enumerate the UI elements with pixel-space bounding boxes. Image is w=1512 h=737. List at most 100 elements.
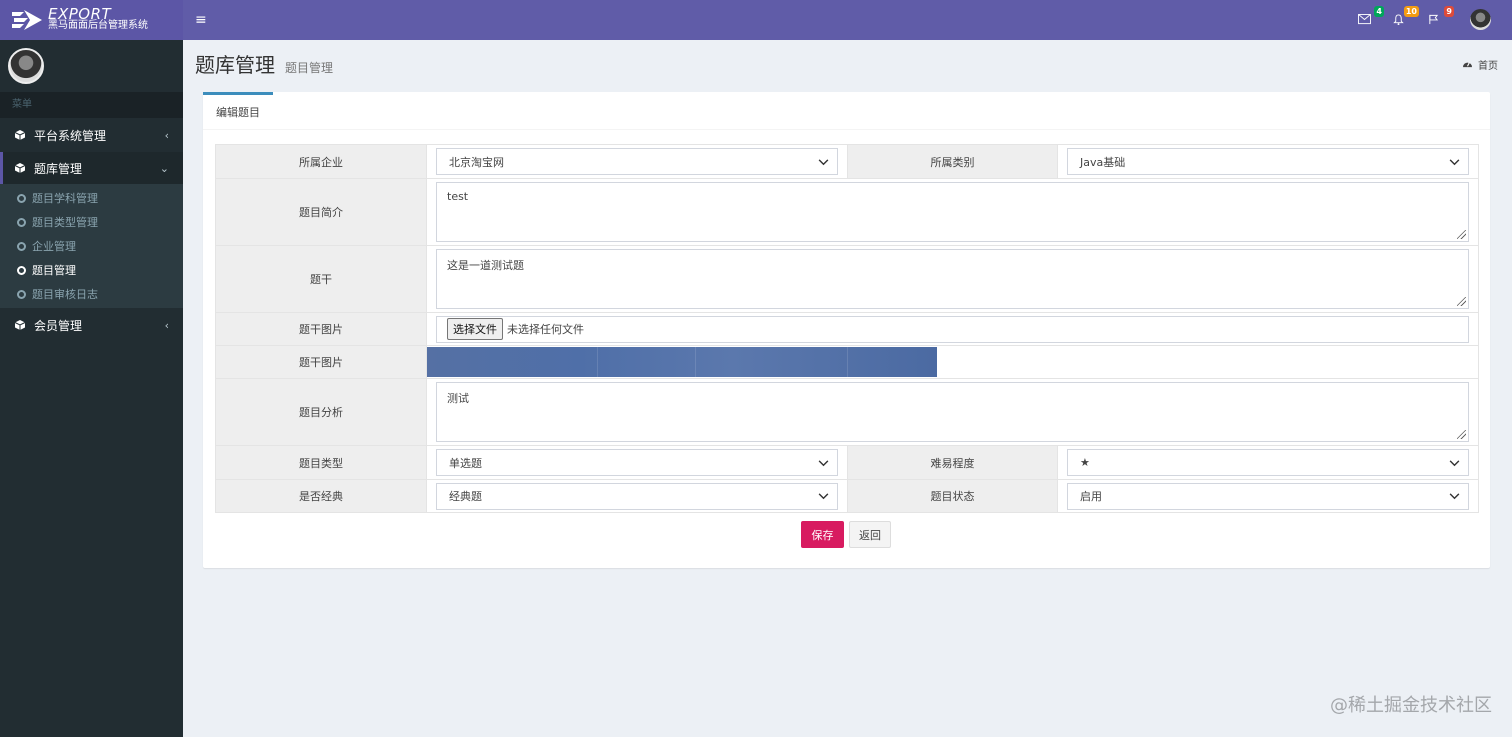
submenu-label: 题目审核日志 [32,288,98,301]
messages-badge: 4 [1374,6,1384,17]
submenu-item-question[interactable]: 题目管理 [0,258,183,282]
cube-icon [14,319,26,331]
content-header: 题库管理 题目管理 [195,49,333,78]
classic-value: 经典题 [449,490,482,503]
user-avatar[interactable] [1470,9,1491,30]
circle-icon [17,241,26,251]
watermark: @稀土掘金技术社区 [1330,695,1492,716]
resize-grip-icon[interactable] [1457,430,1466,439]
page-title: 题库管理 [195,53,275,77]
status-label: 题目状态 [847,479,1058,513]
circle-icon [17,289,26,299]
topbar: ≡ 4 10 9 [183,0,1512,40]
intro-textarea[interactable]: test [436,182,1469,242]
company-value: 北京淘宝网 [449,155,504,169]
submenu: 题目学科管理 题目类型管理 企业管理 题目管理 题目审核日志 [0,184,183,308]
type-value: 单选题 [449,456,482,470]
sidebar-item-question-bank[interactable]: 题库管理 ⌄ [0,152,183,184]
flag-icon[interactable]: 9 [1428,6,1454,30]
breadcrumb-home[interactable]: 首页 [1478,57,1498,72]
cube-icon [14,162,26,174]
chevron-down-icon [818,155,829,169]
stem-label: 题干 [215,245,427,313]
analysis-textarea[interactable]: 测试 [436,382,1469,442]
image-seam [695,347,696,377]
circle-icon [17,265,26,275]
category-select[interactable]: Java基础 [1067,148,1469,175]
save-button[interactable]: 保存 [801,521,844,548]
logo[interactable]: EXPORT 黑马面面后台管理系统 [0,0,183,40]
classic-select[interactable]: 经典题 [436,482,838,510]
breadcrumb[interactable]: 首页 [1462,57,1498,72]
difficulty-label: 难易程度 [847,445,1058,480]
stem-textarea[interactable]: 这是一道测试题 [436,249,1469,309]
submenu-item-audit-log[interactable]: 题目审核日志 [0,282,183,306]
circle-icon [17,217,26,227]
logo-title: EXPORT [48,5,112,23]
category-value: Java基础 [1080,155,1126,169]
resize-grip-icon[interactable] [1457,297,1466,306]
sidebar: EXPORT 黑马面面后台管理系统 菜单 平台系统管理 ‹ 题库管理 ⌄ 题目学… [0,0,183,737]
sidebar-item-label: 会员管理 [34,318,83,333]
form-actions: 保存 返回 [801,521,891,548]
stem-image-file-input: 选择文件 未选择任何文件 [436,315,1469,343]
chevron-down-icon [1449,489,1460,503]
choose-file-button[interactable]: 选择文件 [447,318,503,340]
chevron-down-icon [818,489,829,503]
tab-edit-question[interactable]: 编辑题目 [203,92,273,130]
sidebar-item-member[interactable]: 会员管理 ‹ [0,308,183,342]
logo-icon [10,6,44,34]
chevron-down-icon [818,456,829,470]
edit-question-box: 编辑题目 所属企业 北京淘宝网 所属类别 Java基础 题目简介 test 题干… [203,92,1490,568]
back-button[interactable]: 返回 [849,521,891,548]
question-form: 所属企业 北京淘宝网 所属类别 Java基础 题目简介 test 题干 这是一道… [215,144,1479,513]
company-label: 所属企业 [215,144,427,179]
menu-toggle-icon[interactable]: ≡ [195,12,207,28]
intro-label: 题目简介 [215,178,427,246]
notifications-badge: 10 [1403,6,1419,17]
dashboard-icon [1462,59,1473,71]
stem-image-preview-label: 题干图片 [215,345,427,379]
chevron-down-icon [1449,456,1460,470]
category-label: 所属类别 [847,144,1058,179]
submenu-label: 题目类型管理 [32,216,98,229]
difficulty-value: ★ [1080,456,1090,469]
image-seam [597,347,598,377]
sidebar-item-platform[interactable]: 平台系统管理 ‹ [0,118,183,152]
chevron-left-icon: ‹ [164,318,169,332]
intro-value: test [447,190,469,203]
resize-grip-icon[interactable] [1457,230,1466,239]
cube-icon [14,129,26,141]
user-panel [0,40,183,92]
analysis-value: 测试 [447,392,469,405]
tasks-badge: 9 [1444,6,1454,17]
circle-icon [17,193,26,203]
submenu-item-company[interactable]: 企业管理 [0,234,183,258]
tab-strip: 编辑题目 [203,92,1490,130]
bell-icon[interactable]: 10 [1393,6,1419,30]
analysis-label: 题目分析 [215,378,427,446]
company-select[interactable]: 北京淘宝网 [436,148,838,175]
submenu-item-type[interactable]: 题目类型管理 [0,210,183,234]
submenu-label: 题目学科管理 [32,192,98,205]
chevron-down-icon: ⌄ [159,161,169,175]
sidebar-item-label: 题库管理 [34,161,83,176]
status-select[interactable]: 启用 [1067,482,1469,510]
envelope-icon[interactable]: 4 [1358,6,1384,30]
stem-image-label: 题干图片 [215,312,427,346]
page-subtitle: 题目管理 [285,61,334,75]
type-select[interactable]: 单选题 [436,449,838,476]
image-seam [847,347,848,377]
chevron-left-icon: ‹ [164,128,169,142]
stem-value: 这是一道测试题 [447,259,524,272]
difficulty-select[interactable]: ★ [1067,449,1469,476]
avatar[interactable] [8,48,44,84]
submenu-label: 企业管理 [32,240,76,253]
submenu-item-subject[interactable]: 题目学科管理 [0,186,183,210]
chevron-down-icon [1449,155,1460,169]
submenu-label: 题目管理 [32,264,76,277]
menu-header: 菜单 [0,92,183,118]
logo-subtitle: 黑马面面后台管理系统 [48,20,148,31]
type-label: 题目类型 [215,445,427,480]
file-status: 未选择任何文件 [507,323,584,336]
